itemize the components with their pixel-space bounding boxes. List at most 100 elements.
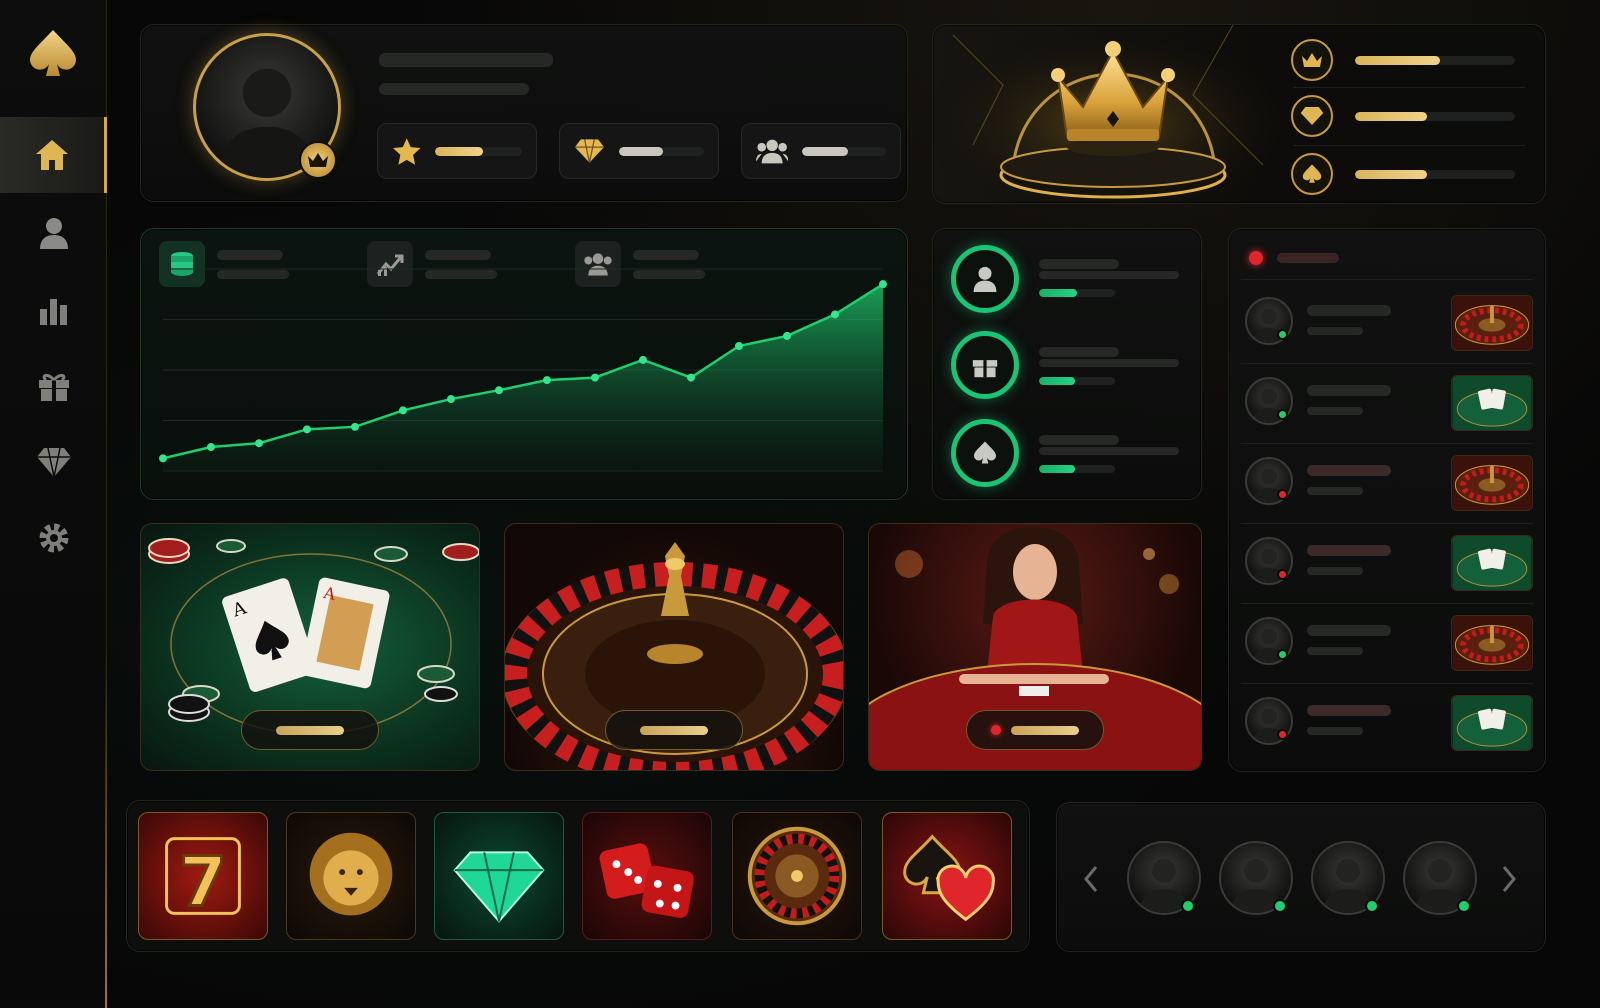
slot-tile-lucky-seven[interactable]: 7 <box>138 812 268 940</box>
sidebar-item-stats[interactable] <box>0 272 107 348</box>
chevron-left-icon <box>1084 866 1098 892</box>
profile-panel <box>140 24 908 202</box>
crown-badge <box>299 141 337 179</box>
card-suits-icon <box>903 834 995 922</box>
achievement-progress <box>1039 289 1115 297</box>
panel-title-placeholder <box>1277 253 1339 263</box>
divider <box>1241 363 1533 364</box>
vip-panel <box>932 24 1546 204</box>
sidebar <box>0 0 107 1008</box>
blackjack-thumbnail[interactable] <box>1451 375 1533 431</box>
chart-point[interactable] <box>879 280 887 289</box>
star-icon <box>392 138 421 165</box>
diamond-icon <box>1300 107 1324 125</box>
roulette-thumbnail[interactable] <box>1451 455 1533 511</box>
gift-icon <box>972 360 998 378</box>
chevron-right-icon <box>1502 866 1516 892</box>
vip-tier-row[interactable] <box>1291 37 1531 83</box>
carousel-next-button[interactable] <box>1493 859 1525 899</box>
achievement-progress <box>1039 377 1115 385</box>
live-player-row[interactable] <box>1229 531 1547 607</box>
blackjack-thumbnail[interactable] <box>1451 535 1533 591</box>
sidebar-item-settings[interactable] <box>0 500 107 576</box>
vip-tier-row[interactable] <box>1291 151 1531 197</box>
dice-icon <box>599 843 694 918</box>
stat-pill-level[interactable] <box>377 123 537 179</box>
roulette-thumbnail[interactable] <box>1451 615 1533 671</box>
stat-pill-friends[interactable] <box>741 123 901 179</box>
blackjack-thumbnail[interactable] <box>1451 695 1533 751</box>
live-player-row[interactable] <box>1229 691 1547 767</box>
gear-icon <box>39 523 68 553</box>
slot-tile-roulette[interactable] <box>732 812 862 940</box>
game-card-roulette[interactable] <box>504 523 844 771</box>
chart-point[interactable] <box>687 373 695 382</box>
chart-point[interactable] <box>303 425 311 434</box>
chart-point[interactable] <box>255 439 263 448</box>
carousel-prev-button[interactable] <box>1075 859 1107 899</box>
lucky-seven-icon: 7 <box>165 837 241 924</box>
live-player-row[interactable] <box>1229 611 1547 687</box>
slot-tile-lion[interactable] <box>286 812 416 940</box>
users-icon <box>756 139 789 164</box>
play-button[interactable] <box>241 710 379 750</box>
sidebar-item-home[interactable] <box>0 117 107 193</box>
achievement-row[interactable] <box>933 405 1203 493</box>
live-player-row[interactable] <box>1229 371 1547 447</box>
stat-pill-gems[interactable] <box>559 123 719 179</box>
chart-point[interactable] <box>591 373 599 382</box>
sidebar-item-profile[interactable] <box>0 195 107 271</box>
live-indicator-icon <box>1249 251 1263 265</box>
area-chart[interactable] <box>141 229 909 501</box>
game-card-blackjack[interactable]: A A <box>140 523 480 771</box>
online-status-dot <box>1277 409 1288 420</box>
live-player-row[interactable] <box>1229 451 1547 527</box>
achievements-panel <box>932 228 1202 500</box>
chart-point[interactable] <box>831 310 839 319</box>
chart-point[interactable] <box>639 355 647 364</box>
crown-icon <box>1302 53 1322 67</box>
online-status-dot <box>1273 899 1287 913</box>
spade-icon <box>1302 164 1322 183</box>
bar-chart-icon <box>39 299 67 325</box>
slot-tile-emerald[interactable] <box>434 812 564 940</box>
chart-point[interactable] <box>399 406 407 415</box>
vip-crown-showcase[interactable] <box>933 25 1285 203</box>
user-icon <box>973 266 997 292</box>
game-card-live-dealer[interactable] <box>868 523 1202 771</box>
spade-icon <box>973 441 997 464</box>
chart-point[interactable] <box>447 395 455 404</box>
roulette-thumbnail[interactable] <box>1451 295 1533 351</box>
roulette-icon <box>1452 616 1532 670</box>
chart-point[interactable] <box>783 331 791 340</box>
chart-point[interactable] <box>495 386 503 395</box>
sidebar-item-vip[interactable] <box>0 424 107 500</box>
logo-spade-icon[interactable] <box>28 28 78 80</box>
play-button[interactable] <box>605 710 743 750</box>
chart-point[interactable] <box>735 342 743 351</box>
stat-progress-bar <box>435 146 522 156</box>
online-status-dot <box>1277 649 1288 660</box>
online-status-dot <box>1181 899 1195 913</box>
play-button[interactable] <box>966 710 1104 750</box>
chart-point[interactable] <box>351 422 359 431</box>
home-icon <box>36 140 68 170</box>
live-players-panel <box>1228 228 1546 772</box>
live-player-row[interactable] <box>1229 291 1547 367</box>
achievement-row[interactable] <box>933 229 1203 317</box>
friends-carousel <box>1056 802 1546 952</box>
chart-point[interactable] <box>159 454 167 463</box>
sidebar-item-rewards[interactable] <box>0 348 107 424</box>
vip-tier-progress <box>1355 55 1515 65</box>
slot-tile-card-suits[interactable] <box>882 812 1012 940</box>
chart-point[interactable] <box>543 376 551 385</box>
divider <box>1241 443 1533 444</box>
divider <box>1241 683 1533 684</box>
vip-tier-row[interactable] <box>1291 93 1531 139</box>
chart-point[interactable] <box>207 443 215 452</box>
profile-name-placeholder <box>379 53 553 67</box>
slot-tile-dice[interactable] <box>582 812 712 940</box>
roulette-icon <box>747 826 847 926</box>
busy-status-dot <box>1277 729 1288 740</box>
achievement-row[interactable] <box>933 317 1203 405</box>
